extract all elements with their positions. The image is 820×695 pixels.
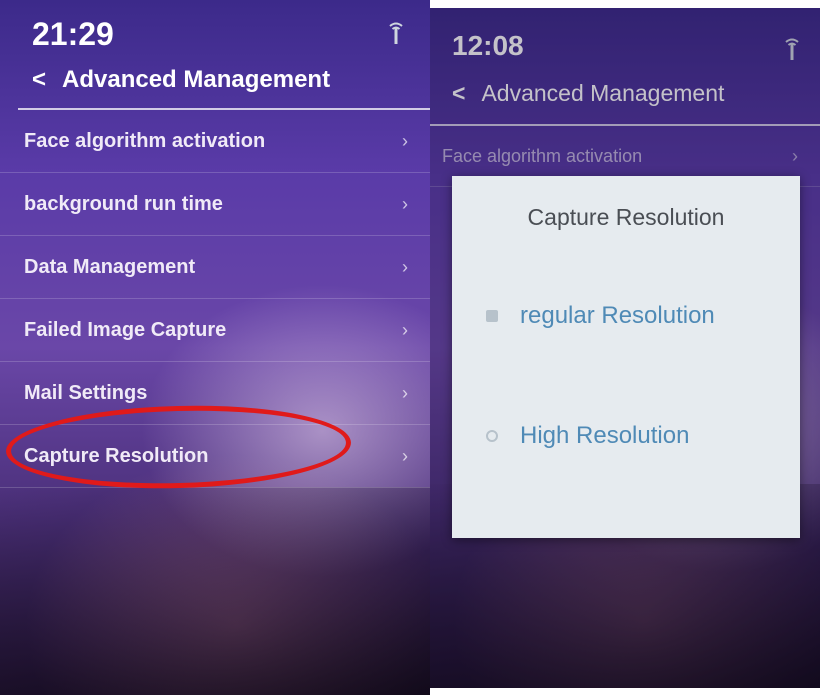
chevron-right-icon: › [402, 130, 408, 151]
menu-item-label: Data Management [24, 255, 196, 278]
page-title: Advanced Management [62, 66, 331, 93]
right-screen: 12:08 < Advanced Management Face algorit… [430, 8, 820, 688]
back-arrow-icon[interactable]: < [32, 66, 46, 94]
dialog-title: Capture Resolution [527, 204, 725, 230]
option-regular-resolution[interactable]: regular Resolution [486, 302, 715, 330]
menu-item-label: Failed Image Capture [24, 318, 227, 341]
radio-icon[interactable] [486, 430, 498, 442]
chevron-right-icon: › [402, 382, 408, 403]
radio-icon[interactable] [486, 310, 498, 322]
option-label: regular Resolution [520, 302, 715, 329]
menu-item-background-run-time[interactable]: background run time › [0, 173, 430, 236]
chevron-right-icon: › [402, 193, 408, 214]
chevron-right-icon: › [402, 319, 408, 340]
chevron-right-icon: › [402, 256, 408, 277]
capture-resolution-dialog: Capture Resolution regular Resolution Hi… [452, 176, 800, 538]
signal-icon [389, 22, 403, 44]
menu-item-face-algorithm-activation[interactable]: Face algorithm activation › [0, 110, 430, 173]
left-screen: 21:29 < Advanced Management Face algorit… [0, 0, 430, 695]
menu-item-label: Mail Settings [24, 381, 148, 404]
nav-header: < Advanced Management [32, 66, 330, 94]
menu-item-label: Face algorithm activation [24, 129, 266, 152]
menu-item-failed-image-capture[interactable]: Failed Image Capture › [0, 299, 430, 362]
menu-item-label: background run time [24, 192, 223, 215]
option-label: High Resolution [520, 422, 690, 449]
menu-item-data-management[interactable]: Data Management › [0, 236, 430, 299]
status-time: 21:29 [32, 16, 114, 52]
chevron-right-icon: › [402, 445, 408, 466]
option-high-resolution[interactable]: High Resolution [486, 422, 689, 450]
